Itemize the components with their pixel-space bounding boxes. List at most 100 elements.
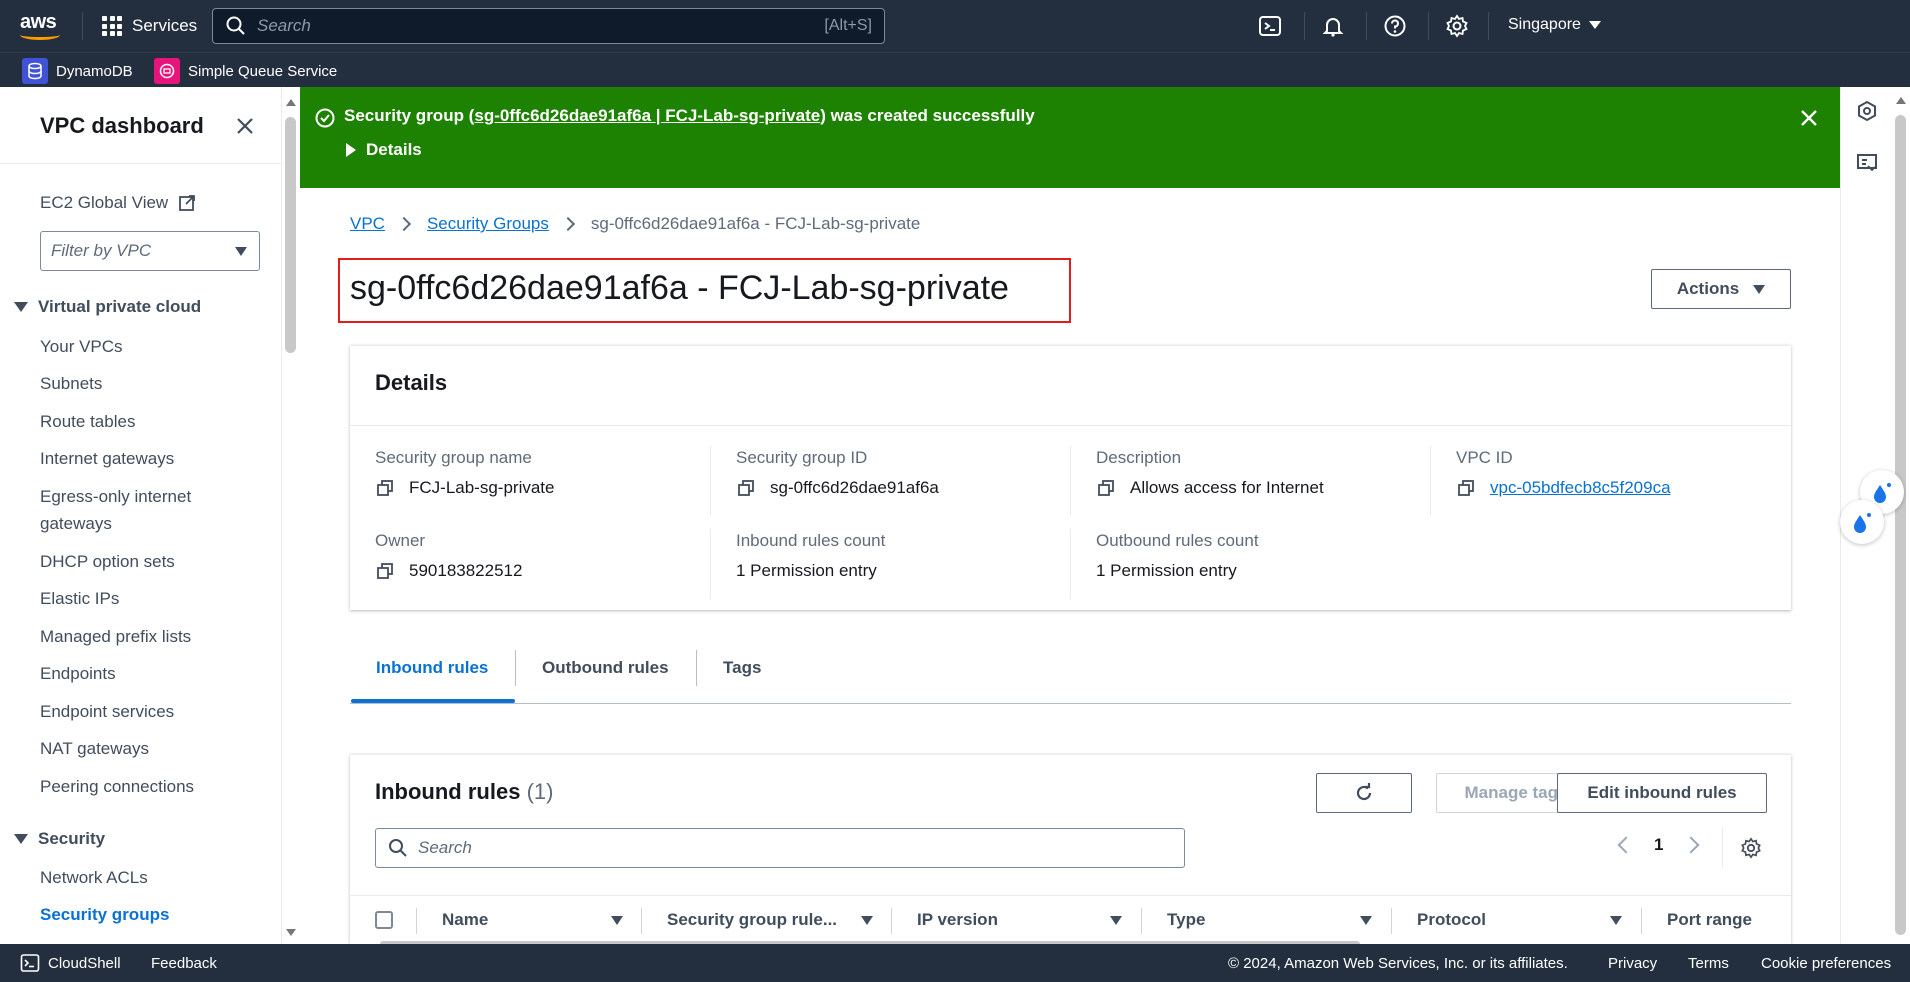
vpc-id-link[interactable]: vpc-05bdfecb8c5f209ca: [1490, 478, 1671, 498]
cloudshell-icon[interactable]: [1258, 14, 1282, 38]
section-virtual-private-cloud[interactable]: Virtual private cloud: [14, 297, 201, 317]
actions-button[interactable]: Actions: [1651, 269, 1791, 309]
sidebar-item-subnets[interactable]: Subnets: [40, 370, 240, 397]
field-security-group-id: Security group ID sg-0ffc6d26dae91af6a: [736, 448, 939, 498]
sort-caret-icon[interactable]: [1110, 916, 1122, 925]
column-header-port-range[interactable]: Port range: [1667, 910, 1752, 930]
terms-link[interactable]: Terms: [1688, 955, 1729, 972]
tabs: Inbound rules Outbound rules Tags: [350, 648, 1791, 704]
tab-tags[interactable]: Tags: [723, 658, 761, 678]
nav-divider: [1304, 12, 1305, 40]
services-label: Services: [132, 16, 198, 35]
scrollbar-thumb[interactable]: [1895, 115, 1906, 935]
divider: [350, 425, 1791, 426]
dismiss-close-icon[interactable]: [1798, 107, 1820, 129]
sidebar-item-your-vpcs[interactable]: Your VPCs: [40, 333, 240, 360]
tab-inbound-rules[interactable]: Inbound rules: [376, 658, 488, 678]
sidebar-item-peering-connections[interactable]: Peering connections: [40, 773, 240, 800]
sidebar-item-managed-prefix-lists[interactable]: Managed prefix lists: [40, 623, 240, 650]
scroll-down-arrow[interactable]: [286, 929, 296, 936]
select-all-checkbox[interactable]: [375, 911, 393, 929]
sidebar-item-nat-gateways[interactable]: NAT gateways: [40, 735, 240, 762]
feedback-link[interactable]: Feedback: [151, 955, 217, 972]
region-selector[interactable]: Singapore: [1508, 16, 1601, 34]
cloudshell-button[interactable]: CloudShell: [20, 953, 121, 973]
sidebar-item-internet-gateways[interactable]: Internet gateways: [40, 445, 240, 472]
scroll-up-arrow[interactable]: [286, 99, 296, 106]
search-placeholder: Search: [418, 838, 472, 857]
sidebar-item-endpoint-services[interactable]: Endpoint services: [40, 698, 240, 725]
chevron-left-icon[interactable]: [1617, 836, 1635, 854]
sort-caret-icon[interactable]: [611, 916, 623, 925]
sidebar-item-endpoints[interactable]: Endpoints: [40, 660, 240, 687]
filter-placeholder: Filter by VPC: [51, 241, 152, 260]
sidebar-title: VPC dashboard: [40, 113, 204, 138]
notifications-bell-icon[interactable]: [1321, 14, 1345, 38]
sidebar: VPC dashboard EC2 Global View Filter by …: [0, 87, 282, 944]
region-label: Singapore: [1508, 16, 1581, 33]
ec2-global-view-link[interactable]: EC2 Global View: [40, 193, 168, 213]
sort-caret-icon[interactable]: [861, 916, 873, 925]
tutorial-panel-icon[interactable]: [1855, 151, 1879, 175]
sidebar-item-security-groups[interactable]: Security groups: [40, 901, 240, 928]
copy-icon[interactable]: [1096, 478, 1116, 498]
favorite-sqs[interactable]: Simple Queue Service: [154, 58, 337, 84]
caret-down-icon: [1588, 21, 1601, 29]
edit-inbound-rules-button[interactable]: Edit inbound rules: [1557, 773, 1767, 813]
sidebar-item-elastic-ips[interactable]: Elastic IPs: [40, 585, 240, 612]
refresh-button[interactable]: [1316, 773, 1412, 813]
water-drop-extension-icon[interactable]: [1840, 500, 1884, 544]
services-button[interactable]: Services: [102, 13, 197, 39]
column-header-type[interactable]: Type: [1167, 910, 1205, 930]
field-value: FCJ-Lab-sg-private: [409, 478, 555, 497]
external-link-icon[interactable]: [178, 194, 196, 212]
aws-logo[interactable]: aws: [20, 12, 64, 40]
field-value: sg-0ffc6d26dae91af6a: [770, 478, 939, 497]
page-number[interactable]: 1: [1654, 835, 1663, 855]
column-header-protocol[interactable]: Protocol: [1417, 910, 1486, 930]
sort-caret-icon[interactable]: [1610, 916, 1622, 925]
nav-divider: [82, 12, 83, 40]
privacy-link[interactable]: Privacy: [1608, 955, 1657, 972]
close-icon[interactable]: [234, 115, 256, 137]
cookie-preferences-link[interactable]: Cookie preferences: [1761, 955, 1891, 972]
global-search-input[interactable]: Search [Alt+S]: [212, 8, 885, 44]
inbound-rules-container: Inbound rules (1) Manage tags Edit inbou…: [350, 754, 1791, 947]
column-divider: [891, 908, 892, 934]
sidebar-item-dhcp-option-sets[interactable]: DHCP option sets: [40, 548, 240, 575]
column-header-ip-version[interactable]: IP version: [917, 910, 998, 930]
copy-icon[interactable]: [375, 561, 395, 581]
scroll-up-arrow[interactable]: [1896, 97, 1906, 104]
settings-gear-icon[interactable]: [1445, 14, 1469, 38]
section-security[interactable]: Security: [14, 829, 105, 849]
tab-divider: [515, 650, 516, 686]
help-icon[interactable]: [1383, 14, 1407, 38]
flash-details-toggle[interactable]: Details: [346, 140, 422, 160]
copy-icon[interactable]: [736, 478, 756, 498]
chevron-right-icon[interactable]: [1682, 836, 1700, 854]
sidebar-item-network-acls[interactable]: Network ACLs: [40, 864, 240, 891]
sidebar-scrollbar[interactable]: [282, 87, 300, 944]
column-header-security-group-rule[interactable]: Security group rule...: [667, 910, 837, 930]
column-header-name[interactable]: Name: [442, 910, 488, 930]
info-panel-icon[interactable]: [1855, 99, 1879, 123]
column-divider: [416, 908, 417, 934]
flash-message-prefix: Security group (: [344, 106, 475, 125]
cloudshell-label: CloudShell: [48, 954, 121, 972]
flash-security-group-link[interactable]: sg-0ffc6d26dae91af6a | FCJ-Lab-sg-privat…: [474, 106, 820, 125]
breadcrumb-vpc[interactable]: VPC: [350, 214, 385, 234]
scrollbar-thumb[interactable]: [285, 117, 296, 353]
sidebar-item-egress-only-internet-gateways[interactable]: Egress-only internet gateways: [40, 483, 230, 537]
favorite-dynamodb[interactable]: DynamoDB: [22, 58, 133, 84]
column-divider: [1141, 908, 1142, 934]
page-scrollbar[interactable]: [1892, 87, 1910, 944]
sort-caret-icon[interactable]: [1360, 916, 1372, 925]
copy-icon[interactable]: [1456, 478, 1476, 498]
breadcrumb-security-groups[interactable]: Security Groups: [427, 214, 549, 234]
tab-outbound-rules[interactable]: Outbound rules: [542, 658, 669, 678]
rules-search-input[interactable]: Search: [375, 828, 1185, 868]
sidebar-item-route-tables[interactable]: Route tables: [40, 408, 240, 435]
table-settings-gear-icon[interactable]: [1740, 837, 1762, 859]
filter-by-vpc-select[interactable]: Filter by VPC: [40, 231, 260, 271]
copy-icon[interactable]: [375, 478, 395, 498]
